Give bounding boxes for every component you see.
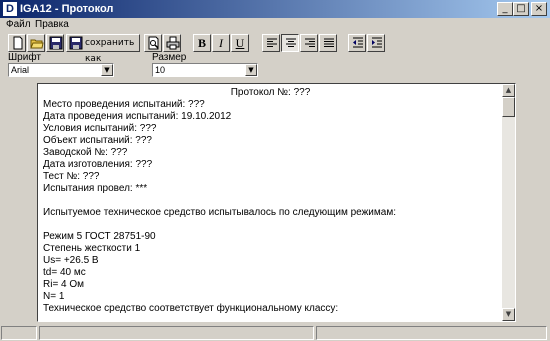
print-button[interactable]: [163, 34, 181, 52]
text-line: Режим 5 ГОСТ 28751-90: [43, 231, 156, 242]
save-button[interactable]: [46, 34, 64, 52]
floppy-disk-icon: [69, 36, 83, 50]
text-line: Степень жесткости 1: [43, 243, 141, 254]
align-left-button[interactable]: [262, 34, 280, 52]
text-line: Us= +26.5 В: [43, 255, 99, 266]
scroll-down-icon[interactable]: ▼: [502, 308, 515, 321]
align-center-button[interactable]: [281, 34, 299, 52]
title-bar: D IGA12 - Протокол _ □ ×: [0, 0, 550, 18]
font-family-select[interactable]: Arial ▼: [8, 63, 114, 77]
print-preview-icon: [148, 36, 159, 50]
new-document-button[interactable]: [8, 34, 26, 52]
protocol-title: Протокол №: ???: [230, 87, 311, 98]
app-icon[interactable]: D: [3, 2, 17, 16]
bold-button[interactable]: B: [193, 34, 211, 52]
save-as-label: сохранить как: [85, 38, 135, 64]
text-line: Заводской №: ???: [43, 147, 128, 158]
justify-button[interactable]: [319, 34, 337, 52]
text-line: td= 40 мс: [43, 267, 86, 278]
align-right-button[interactable]: [300, 34, 318, 52]
font-size-value: 10: [155, 65, 166, 75]
align-left-icon: [267, 38, 277, 47]
text-line: Испытания провел: ***: [43, 183, 148, 194]
font-family-value: Arial: [11, 65, 30, 75]
toolbar: сохранить как B I U: [0, 32, 550, 64]
italic-button[interactable]: I: [212, 34, 230, 52]
text-line: Объект испытаний: ???: [43, 135, 152, 146]
printer-icon: [166, 36, 180, 50]
open-folder-icon: [30, 39, 44, 49]
menu-file[interactable]: Файл: [6, 18, 31, 32]
text-line: Дата изготовления: ???: [43, 159, 153, 170]
floppy-disk-icon: [49, 36, 63, 50]
text-line: Техническое средство соответствует функц…: [43, 303, 339, 314]
open-button[interactable]: [27, 34, 45, 52]
chevron-down-icon[interactable]: ▼: [245, 64, 257, 76]
indent-icon: [372, 37, 382, 48]
new-document-icon: [13, 36, 23, 50]
text-line: Тест №: ???: [43, 171, 100, 182]
underline-button[interactable]: U: [231, 34, 249, 52]
chevron-down-icon[interactable]: ▼: [101, 64, 113, 76]
status-panel: [1, 326, 37, 340]
scroll-up-icon[interactable]: ▲: [502, 84, 515, 97]
outdent-icon: [353, 37, 363, 48]
decrease-indent-button[interactable]: [348, 34, 366, 52]
close-button[interactable]: ×: [531, 2, 547, 16]
print-preview-button[interactable]: [144, 34, 162, 52]
align-center-icon: [286, 38, 296, 47]
status-panel: [39, 326, 314, 340]
text-line: N= 1: [43, 291, 65, 302]
vertical-scrollbar[interactable]: ▲ ▼: [502, 84, 515, 321]
text-line: Испытуемое техническое средство испытыва…: [43, 207, 396, 218]
status-bar: [0, 325, 550, 341]
status-panel: [316, 326, 547, 340]
menu-edit[interactable]: Правка: [35, 18, 69, 32]
font-size-select[interactable]: 10 ▼: [152, 63, 258, 77]
scroll-thumb[interactable]: [502, 97, 515, 117]
justify-icon: [324, 38, 334, 47]
minimize-button[interactable]: _: [497, 2, 513, 16]
maximize-button[interactable]: □: [513, 2, 529, 16]
window-title: IGA12 - Протокол: [20, 3, 114, 15]
menu-bar: Файл Правка: [0, 18, 550, 32]
align-right-icon: [305, 38, 315, 47]
text-line: Дата проведения испытаний: 19.10.2012: [43, 111, 232, 122]
text-line: Условия испытаний: ???: [43, 123, 157, 134]
save-as-button[interactable]: сохранить как: [66, 34, 140, 64]
text-line: Ri= 4 Ом: [43, 279, 85, 290]
document-editor[interactable]: Протокол №: ??? Место проведения испытан…: [37, 83, 516, 322]
increase-indent-button[interactable]: [367, 34, 385, 52]
text-line: Место проведения испытаний: ???: [43, 99, 205, 110]
